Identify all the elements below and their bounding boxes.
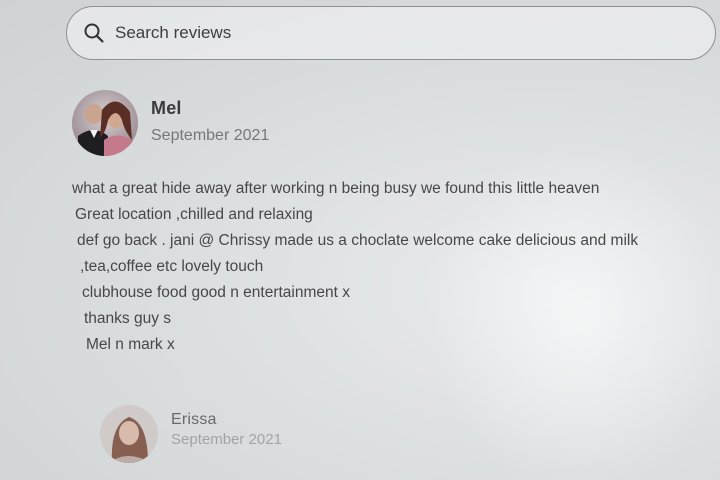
search-bar[interactable] bbox=[66, 6, 716, 60]
review-line: thanks guy s bbox=[84, 310, 172, 327]
review-item: Mel September 2021 what a great hide awa… bbox=[72, 90, 692, 358]
avatar[interactable] bbox=[72, 90, 138, 156]
review-line: def go back . jani @ Chrissy made us a c… bbox=[77, 232, 639, 249]
search-icon bbox=[83, 22, 105, 44]
reviewer-header: Mel September 2021 bbox=[72, 90, 692, 156]
review-line: clubhouse food good n entertainment x bbox=[82, 284, 350, 301]
review-item: Erissa September 2021 bbox=[100, 405, 500, 463]
reviewer-name[interactable]: Mel bbox=[151, 98, 269, 119]
search-input[interactable] bbox=[113, 22, 677, 44]
reviewer-meta: Erissa September 2021 bbox=[171, 411, 282, 448]
review-text: what a great hide away after working n b… bbox=[72, 176, 692, 358]
reviews-screen: Mel September 2021 what a great hide awa… bbox=[0, 0, 720, 480]
avatar[interactable] bbox=[100, 405, 158, 463]
review-line: Great location ,chilled and relaxing bbox=[75, 206, 313, 223]
reviewer-name[interactable]: Erissa bbox=[171, 411, 282, 429]
reviewer-meta: Mel September 2021 bbox=[151, 98, 269, 145]
review-line: Mel n mark x bbox=[86, 336, 175, 353]
reviewer-header: Erissa September 2021 bbox=[100, 405, 500, 463]
review-line: what a great hide away after working n b… bbox=[72, 180, 600, 197]
review-date: September 2021 bbox=[151, 127, 270, 144]
review-line: ,tea,coffee etc lovely touch bbox=[80, 258, 264, 275]
review-date: September 2021 bbox=[171, 431, 282, 448]
